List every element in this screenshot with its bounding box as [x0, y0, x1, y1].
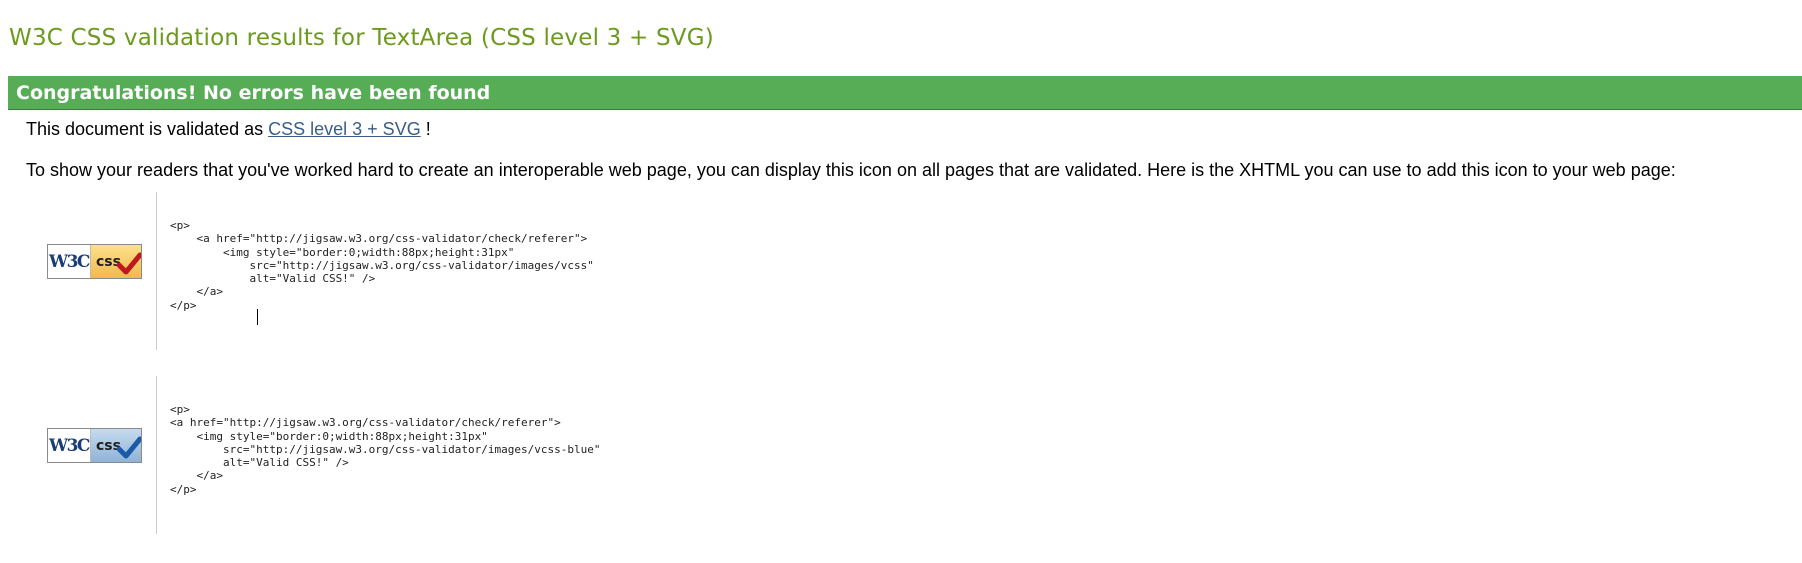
w3c-logo: W3C — [48, 245, 91, 278]
success-banner: Congratulations! No errors have been fou… — [8, 76, 1802, 110]
badge-instructions: To show your readers that you've worked … — [26, 160, 1676, 180]
validation-status-line: This document is validated as CSS level … — [26, 119, 431, 140]
code-snippet-text[interactable]: <p> <a href="http://jigsaw.w3.org/css-va… — [170, 219, 594, 312]
w3c-logo: W3C — [48, 429, 91, 462]
validation-status-prefix: This document is validated as — [26, 119, 269, 139]
badge-row-blue: W3C css <p> <a href="http://jigsaw.w3.or… — [0, 376, 1000, 534]
success-banner-text: Congratulations! No errors have been fou… — [16, 82, 491, 104]
badge-css-label: css — [91, 429, 141, 462]
valid-css-badge-gold: W3C css — [47, 244, 142, 279]
checkmark-icon — [116, 436, 141, 459]
badge-row-gold: W3C css <p> <a href="http://jigsaw.w3.or… — [0, 192, 1000, 350]
checkmark-icon — [116, 252, 141, 275]
badge-css-label: css — [91, 245, 141, 278]
validation-status-suffix: ! — [420, 119, 431, 139]
valid-css-badge-blue: W3C css — [47, 428, 142, 463]
page-title: W3C CSS validation results for TextArea … — [9, 25, 714, 51]
text-cursor — [257, 309, 258, 325]
css-profile-link[interactable]: CSS level 3 + SVG — [268, 119, 421, 139]
badge-code-snippet-gold[interactable]: <p> <a href="http://jigsaw.w3.org/css-va… — [156, 192, 957, 350]
badge-code-snippet-blue[interactable]: <p> <a href="http://jigsaw.w3.org/css-va… — [156, 376, 957, 534]
code-snippet-text[interactable]: <p> <a href="http://jigsaw.w3.org/css-va… — [170, 403, 600, 496]
